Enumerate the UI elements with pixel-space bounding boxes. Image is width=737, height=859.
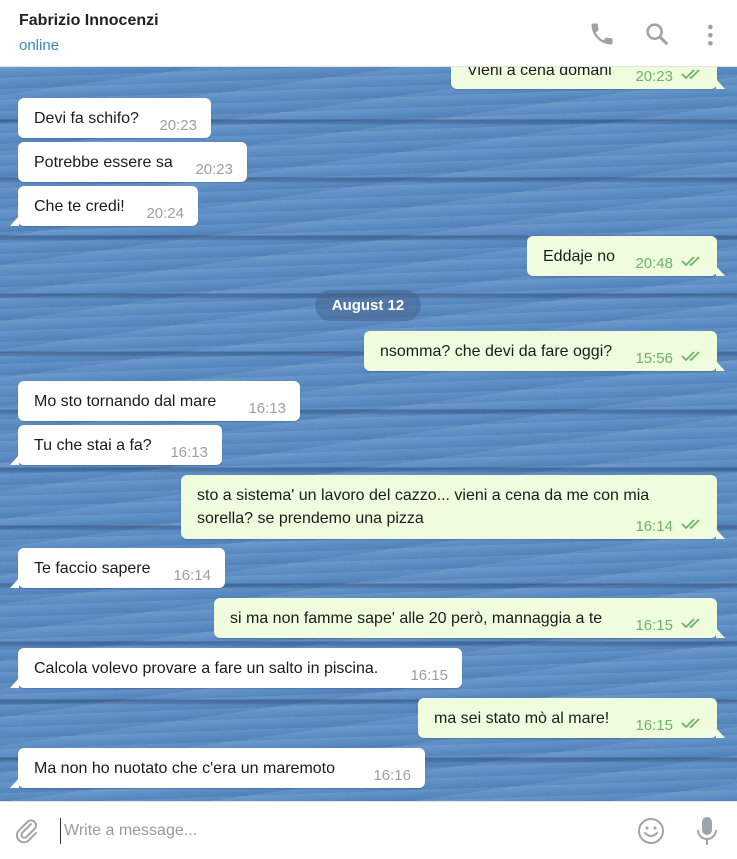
contact-status: online [19,37,60,54]
message-time: 20:23 [159,117,197,134]
message-time: 16:14 [635,518,673,535]
message-incoming[interactable]: Mo sto tornando dal mare 16:13 [18,381,300,421]
message-text-line-1: sto a sistema' un lavoro del cazzo... vi… [197,487,650,504]
microphone-icon[interactable] [693,815,721,847]
double-check-icon [681,717,705,729]
chat-header: Fabrizio Innocenzi online [0,0,737,67]
message-text: Eddaje no [543,248,616,265]
double-check-icon [681,617,705,629]
message-text-line-2: sorella? se prendemo una pizza [197,510,424,527]
message-time: 15:56 [635,350,673,367]
message-text: si ma non famme sape' alle 20 però, mann… [230,610,603,627]
message-incoming[interactable]: Devi fa schifo? 20:23 [18,98,211,138]
message-list[interactable]: Vieni a cena domani 20:23 Devi fa schifo… [0,67,737,801]
message-incoming[interactable]: Potrebbe essere sa 20:23 [18,142,247,182]
message-incoming[interactable]: Calcola volevo provare a fare un salto i… [10,648,462,688]
message-outgoing[interactable]: Vieni a cena domani 20:23 [451,67,725,89]
message-text: Che te credi! [34,198,125,215]
emoji-icon[interactable] [636,816,666,846]
search-icon[interactable] [643,20,671,48]
message-text: Calcola volevo provare a fare un salto i… [34,660,379,677]
message-time: 20:23 [635,68,673,85]
message-outgoing[interactable]: si ma non famme sape' alle 20 però, mann… [214,598,725,638]
message-text: Mo sto tornando dal mare [34,393,217,410]
double-check-icon [681,255,705,267]
message-outgoing[interactable]: Eddaje no 20:48 [527,236,725,276]
message-incoming[interactable]: Tu che stai a fa? 16:13 [10,425,222,465]
contact-name[interactable]: Fabrizio Innocenzi [19,12,159,30]
message-text: Devi fa schifo? [34,110,139,127]
message-time: 16:14 [173,567,211,584]
message-text: Tu che stai a fa? [34,437,152,454]
message-time: 20:48 [635,255,673,272]
message-time: 16:15 [410,667,448,684]
message-incoming[interactable]: Che te credi! 20:24 [10,186,198,226]
message-time: 16:15 [635,617,673,634]
message-text: Te faccio sapere [34,560,151,577]
double-check-icon [681,68,705,80]
message-outgoing[interactable]: nsomma? che devi da fare oggi? 15:56 [364,331,725,371]
phone-icon[interactable] [588,20,616,48]
message-text: nsomma? che devi da fare oggi? [380,343,613,360]
message-outgoing[interactable]: ma sei stato mò al mare! 16:15 [418,698,725,738]
more-vertical-icon[interactable] [694,20,722,48]
message-incoming[interactable]: Te faccio sapere 16:14 [10,548,225,588]
message-time: 20:24 [146,205,184,222]
message-text: ma sei stato mò al mare! [434,710,610,727]
message-time: 16:13 [248,400,286,417]
message-time: 20:23 [195,161,233,178]
message-time: 16:13 [170,444,208,461]
double-check-icon [681,350,705,362]
message-time: 16:15 [635,717,673,734]
message-composer [0,801,737,859]
message-text: Potrebbe essere sa [34,154,173,171]
attach-icon[interactable] [12,816,42,846]
date-separator: August 12 [315,290,421,321]
message-text: Ma non ho nuotato che c'era un maremoto [34,760,336,777]
message-input[interactable] [60,818,620,844]
message-time: 16:16 [373,767,411,784]
message-outgoing[interactable]: sto a sistema' un lavoro del cazzo... vi… [181,475,725,539]
message-text: Vieni a cena domani [467,67,612,79]
double-check-icon [681,518,705,530]
message-incoming[interactable]: Ma non ho nuotato che c'era un maremoto … [10,748,425,788]
